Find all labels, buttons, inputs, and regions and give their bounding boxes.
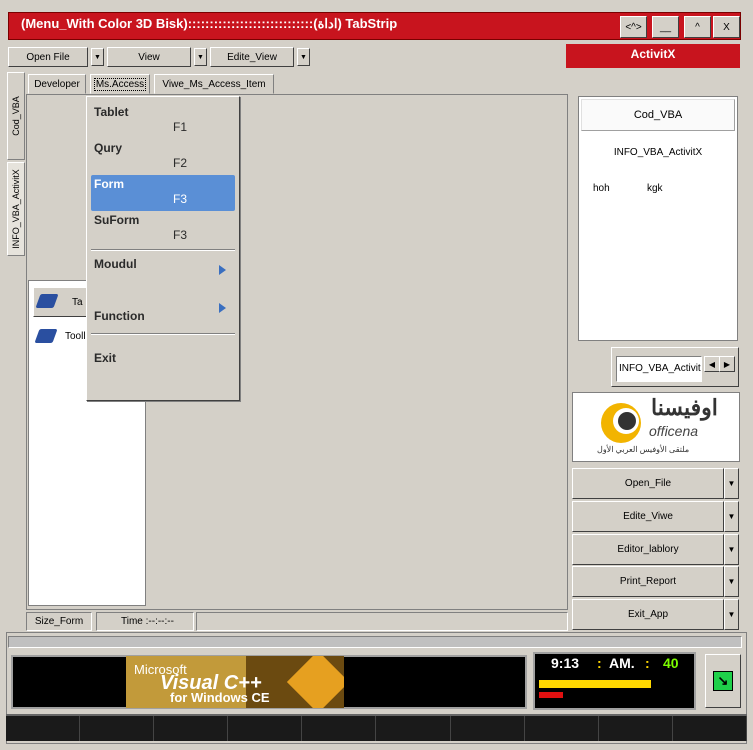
cod-vba-header[interactable]: Cod_VBA — [581, 99, 735, 131]
activitx-header: ActivitX — [566, 44, 740, 68]
book-icon — [34, 329, 58, 343]
col2-value: kgk — [647, 183, 663, 194]
title-bar: (Menu_With Color 3D Bisk):::::::::::::::… — [8, 12, 741, 40]
clock-display: 9:13 : AM. : 40 — [533, 652, 696, 710]
info-label: INFO_VBA_ActivitX — [613, 147, 703, 158]
scroll-right-button[interactable]: ▶ — [719, 356, 735, 372]
tree-item-selected[interactable]: Ta — [33, 287, 91, 317]
open-file-button[interactable]: Open_File — [572, 468, 724, 499]
close-button[interactable]: X — [713, 16, 740, 38]
menu-separator — [91, 249, 235, 251]
expand-button[interactable]: ↘ — [705, 654, 741, 708]
time-status: Time :--:--:-- — [96, 612, 194, 631]
open-file-menu[interactable]: Open File — [8, 47, 88, 67]
visual-cpp-banner: Microsoft Visual C++ for Windows CE — [126, 656, 344, 708]
print-report-button[interactable]: Print_Report — [572, 566, 724, 597]
submenu-arrow-icon — [219, 265, 226, 275]
tab-viwe-ms-access-item[interactable]: Viwe_Ms_Access_Item — [154, 74, 274, 94]
status-empty — [196, 612, 568, 631]
clock-bar-yellow — [539, 680, 651, 688]
exit-app-button[interactable]: Exit_App — [572, 599, 724, 630]
info-scroll-frame: INFO_VBA_Activit ◀ ▶ — [611, 347, 739, 387]
chevron-down-icon: ▼ — [300, 53, 307, 61]
tab-ms-access[interactable]: Ms.Access — [90, 74, 150, 94]
tab-cod-vba[interactable]: Cod_VBA — [7, 72, 25, 160]
view-menu[interactable]: View — [107, 47, 191, 67]
view-dropdown[interactable]: ▼ — [194, 48, 207, 66]
info-panel: Cod_VBA INFO_VBA_ActivitX hoh kgk — [578, 96, 738, 341]
menu-item-suform[interactable]: SuForm F3 — [91, 211, 235, 247]
menu-separator — [91, 333, 235, 335]
chevron-down-icon: ▼ — [94, 53, 101, 61]
edite-view-dropdown[interactable]: ▼ — [297, 48, 310, 66]
chevron-down-icon: ▼ — [727, 610, 736, 619]
tab-info-vba-activitx[interactable]: INFO_VBA_ActivitX — [7, 162, 25, 256]
clock-time: 9:13 — [551, 655, 580, 671]
clock-ampm: AM. — [609, 655, 635, 671]
size-form-status: Size_Form — [26, 612, 92, 631]
menu-item-form[interactable]: Form F3 — [91, 175, 235, 211]
window-title: (Menu_With Color 3D Bisk):::::::::::::::… — [21, 16, 398, 31]
tab-developer[interactable]: Developer — [28, 74, 86, 94]
submenu-arrow-icon — [219, 303, 226, 313]
menu-item-tablet[interactable]: Tablet F1 — [91, 103, 235, 139]
chevron-left-icon: ◀ — [708, 359, 716, 369]
edite-viwe-button-dropdown[interactable]: ▼ — [724, 501, 739, 532]
open-file-button-dropdown[interactable]: ▼ — [724, 468, 739, 499]
chevron-down-icon: ▼ — [727, 545, 736, 554]
logo-icon — [601, 403, 641, 443]
minimize-button[interactable]: __ — [652, 16, 679, 38]
print-report-button-dropdown[interactable]: ▼ — [724, 566, 739, 597]
info-scroll-label: INFO_VBA_Activit — [616, 356, 702, 382]
arrow-diagonal-icon: ↘ — [713, 671, 733, 691]
chevron-down-icon: ▼ — [727, 479, 736, 488]
col1-value: hoh — [593, 183, 610, 194]
book-icon — [35, 294, 59, 308]
editor-lablory-button-dropdown[interactable]: ▼ — [724, 534, 739, 565]
restore-button[interactable]: <^> — [620, 16, 647, 38]
footer-bar — [6, 714, 747, 741]
menu-item-qury[interactable]: Qury F2 — [91, 139, 235, 175]
chevron-down-icon: ▼ — [197, 53, 204, 61]
exit-app-button-dropdown[interactable]: ▼ — [724, 599, 739, 630]
scroll-left-button[interactable]: ◀ — [704, 356, 720, 372]
edite-view-menu[interactable]: Edite_View — [210, 47, 294, 67]
open-file-dropdown[interactable]: ▼ — [91, 48, 104, 66]
clock-seconds: 40 — [663, 655, 679, 671]
chevron-down-icon: ▼ — [727, 577, 736, 586]
menu-item-exit[interactable]: Exit — [91, 349, 235, 373]
progress-track — [8, 636, 742, 648]
chevron-down-icon: ▼ — [727, 512, 736, 521]
editor-lablory-button[interactable]: Editor_lablory — [572, 534, 724, 565]
menu-item-function[interactable]: Function — [91, 299, 235, 329]
clock-bar-red — [539, 692, 563, 698]
officena-logo: اوفيسنا officena ملتقى الأوفيس العربي ال… — [572, 392, 740, 462]
maximize-button[interactable]: ^ — [684, 16, 711, 38]
menu-item-moudul[interactable]: Moudul — [91, 255, 235, 285]
edite-viwe-button[interactable]: Edite_Viwe — [572, 501, 724, 532]
chevron-right-icon: ▶ — [723, 359, 731, 369]
dropdown-menu: Tablet F1 Qury F2 Form F3 SuForm F3 Moudul F… — [86, 96, 240, 401]
